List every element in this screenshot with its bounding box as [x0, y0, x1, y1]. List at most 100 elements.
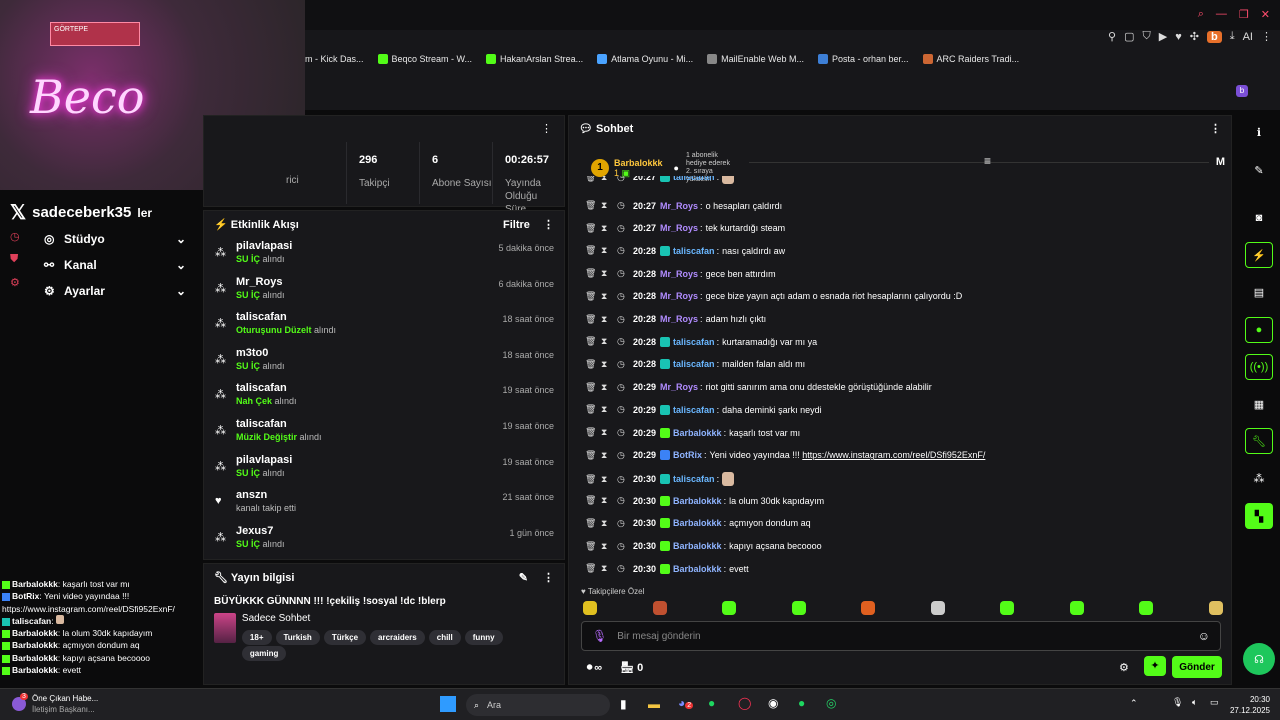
delete-icon[interactable]: 🗑︎ [585, 359, 601, 370]
wrench-icon[interactable]: 🔧︎ [1245, 428, 1273, 454]
message-username[interactable]: Mr_Roys [660, 223, 698, 233]
emote-icon[interactable] [583, 601, 597, 615]
sidebar-item-settings[interactable]: ⚙ Ayarlar ⌄ [0, 278, 200, 304]
lightning-icon[interactable]: ⚡ [1245, 242, 1273, 268]
broadcast-icon[interactable]: ((•)) [1245, 354, 1273, 380]
message-input[interactable]: 🎙︎ Bir mesaj gönderin ☺ [581, 621, 1221, 651]
bookmark-item[interactable]: am - Kick Das... [300, 54, 364, 64]
points-icon[interactable]: ⁂ [1245, 465, 1273, 491]
delete-icon[interactable]: 🗑︎ [585, 176, 601, 183]
emote-icon[interactable] [652, 601, 667, 615]
chat-message[interactable]: 🗑︎ ⧗ ◷ 20:28 taliscafan: nası çaldırdı aw [585, 245, 785, 256]
timeout-icon[interactable]: ⧗ [601, 336, 617, 347]
heart-icon[interactable]: ♥ [1175, 31, 1182, 43]
document-icon[interactable]: ▤ [1245, 279, 1273, 305]
news-widget[interactable]: 3 Öne Çıkan Habe... İletişim Başkanı... [12, 693, 98, 715]
clock-icon[interactable]: ◷ [617, 359, 633, 370]
settings-icon[interactable]: ⚙ [1119, 661, 1129, 674]
delete-icon[interactable]: 🗑︎ [585, 223, 601, 234]
timeout-icon[interactable]: ⧗ [601, 495, 617, 506]
delete-icon[interactable]: 🗑︎ [585, 245, 601, 256]
extensions-icon[interactable]: ✣ [1190, 30, 1199, 43]
message-username[interactable]: Mr_Roys [660, 314, 698, 324]
timeout-icon[interactable]: ⧗ [601, 404, 617, 415]
tag-chip[interactable]: arcraiders [370, 630, 425, 645]
bookmark-item[interactable]: ARC Raiders Tradi... [922, 54, 1019, 64]
clock-icon[interactable]: ◷ [617, 563, 633, 574]
tag-chip[interactable]: 18+ [241, 630, 272, 645]
minimize-icon[interactable]: — [1216, 8, 1227, 21]
mic-icon[interactable]: 🎙︎ [592, 629, 607, 643]
headset-icon[interactable]: ☊ [1243, 643, 1275, 675]
message-username[interactable]: Barbalokkk [673, 564, 722, 574]
chat-message[interactable]: 🗑︎ ⧗ ◷ 20:30 Barbalokkk: evett [585, 563, 749, 574]
emote-icon[interactable] [1208, 601, 1223, 615]
delete-icon[interactable]: 🗑︎ [585, 404, 601, 415]
tag-chip[interactable]: chill [428, 630, 461, 645]
timeout-icon[interactable]: ⧗ [601, 450, 617, 461]
message-username[interactable]: taliscafan [673, 246, 715, 256]
profile-icon[interactable]: b [1206, 30, 1222, 43]
windows-start-icon[interactable] [440, 696, 456, 712]
clock-icon[interactable]: ◷ [617, 427, 633, 438]
menu-icon[interactable]: ⋮ [543, 572, 554, 584]
screenshot-icon[interactable]: ▢ [1124, 30, 1134, 43]
message-username[interactable]: taliscafan [673, 176, 715, 182]
message-username[interactable]: Barbalokkk [673, 518, 722, 528]
chat-message[interactable]: 🗑︎ ⧗ ◷ 20:29 Barbalokkk: kaşarlı tost var mı [585, 427, 800, 438]
emote-icon[interactable] [791, 601, 806, 615]
delete-icon[interactable]: 🗑︎ [585, 427, 601, 438]
close-icon[interactable]: ✕ [1261, 8, 1270, 21]
volume-icon[interactable]: 🔈︎ [1192, 697, 1197, 708]
clock[interactable]: 20:30 27.12.2025 [1228, 694, 1270, 716]
timeout-icon[interactable]: ⧗ [601, 518, 617, 529]
delete-icon[interactable]: 🗑︎ [585, 563, 601, 574]
edit-icon[interactable]: ✎ [1245, 157, 1273, 183]
chat-message[interactable]: 🗑︎ ⧗ ◷ 20:27 Mr_Roys: tek kurtardığı steam [585, 223, 785, 234]
activity-item[interactable]: ♥ anszn kanalı takip etti 21 saat önce [204, 486, 564, 522]
clock-icon[interactable]: ◷ [617, 382, 633, 393]
bookmark-item[interactable]: Beqco Stream - W... [377, 54, 472, 64]
timeout-icon[interactable]: ⧗ [601, 245, 617, 256]
emote-icon[interactable] [1139, 601, 1153, 615]
emote-icon[interactable] [1069, 601, 1084, 615]
menu-icon[interactable]: ⋮ [1261, 30, 1272, 43]
chat-message[interactable]: 🗑︎ ⧗ ◷ 20:28 Mr_Roys: gece bize yayın açtı ad… [585, 291, 962, 302]
message-username[interactable]: Mr_Roys [660, 269, 698, 279]
delete-icon[interactable]: 🗑︎ [585, 291, 601, 302]
chat-message[interactable]: 🗑︎ ⧗ ◷ 20:30 Barbalokkk: la olum 30dk kapıday… [585, 495, 824, 506]
bookmark-item[interactable]: Posta - orhan ber... [818, 54, 909, 64]
chat-message[interactable]: 🗑︎ ⧗ ◷ 20:27 Mr_Roys: o hesapları çaldırdı [585, 200, 782, 211]
filter-icon[interactable]: ≡ [984, 154, 991, 168]
emote-icon[interactable] [930, 601, 945, 615]
timeout-icon[interactable]: ⧗ [601, 314, 617, 325]
bookmark-item[interactable]: MailEnable Web M... [707, 54, 804, 64]
message-username[interactable]: taliscafan [673, 474, 715, 484]
chat-message[interactable]: 🗑︎ ⧗ ◷ 20:30 Barbalokkk: açmıyon dondum aq [585, 518, 811, 529]
delete-icon[interactable]: 🗑︎ [585, 314, 601, 325]
sidebar-item-studio[interactable]: ◎ Stüdyo ⌄ [0, 226, 200, 252]
timeout-icon[interactable]: ⧗ [601, 200, 617, 211]
chat-message[interactable]: 🗑︎ ⧗ ◷ 20:27 taliscafan: [585, 176, 735, 184]
chat-message[interactable]: 🗑︎ ⧗ ◷ 20:28 Mr_Roys: gece ben attırdım [585, 268, 776, 279]
activity-item[interactable]: ⁂ taliscafan Nah Çek alındı 19 saat önce [204, 379, 564, 415]
clock-icon[interactable]: ◷ [617, 336, 633, 347]
chat-message[interactable]: 🗑︎ ⧗ ◷ 20:28 taliscafan: mailden falan aldı m… [585, 359, 805, 370]
timeout-icon[interactable]: ⧗ [601, 268, 617, 279]
message-username[interactable]: Mr_Roys [660, 382, 698, 392]
chat-message[interactable]: 🗑︎ ⧗ ◷ 20:28 taliscafan: kurtaramadığı var mı… [585, 336, 817, 347]
menu-icon[interactable]: ⋮ [1210, 122, 1221, 135]
chat-message[interactable]: 🗑︎ ⧗ ◷ 20:29 taliscafan: daha deminki şarkı n… [585, 404, 822, 415]
filter-button[interactable]: Filtre [503, 219, 530, 231]
activity-item[interactable]: ⁂ taliscafan Müzik Değiştir alındı 19 saat … [204, 415, 564, 451]
activity-item[interactable]: ⁂ m3to0 SU İÇ alındı 18 saat önce [204, 344, 564, 380]
clock-icon[interactable]: ◷ [617, 176, 633, 183]
timeout-icon[interactable]: ⧗ [601, 223, 617, 234]
delete-icon[interactable]: 🗑︎ [585, 336, 601, 347]
store-button[interactable]: 🏪︎ 0 [620, 661, 643, 674]
layout-icon[interactable]: ▦ [1245, 391, 1273, 417]
message-username[interactable]: BotRix [673, 450, 702, 460]
emoji-icon[interactable]: ☺ [1198, 629, 1210, 643]
search-icon[interactable]: ⌕ [1198, 8, 1204, 21]
clock-icon[interactable]: ◷ [617, 268, 633, 279]
